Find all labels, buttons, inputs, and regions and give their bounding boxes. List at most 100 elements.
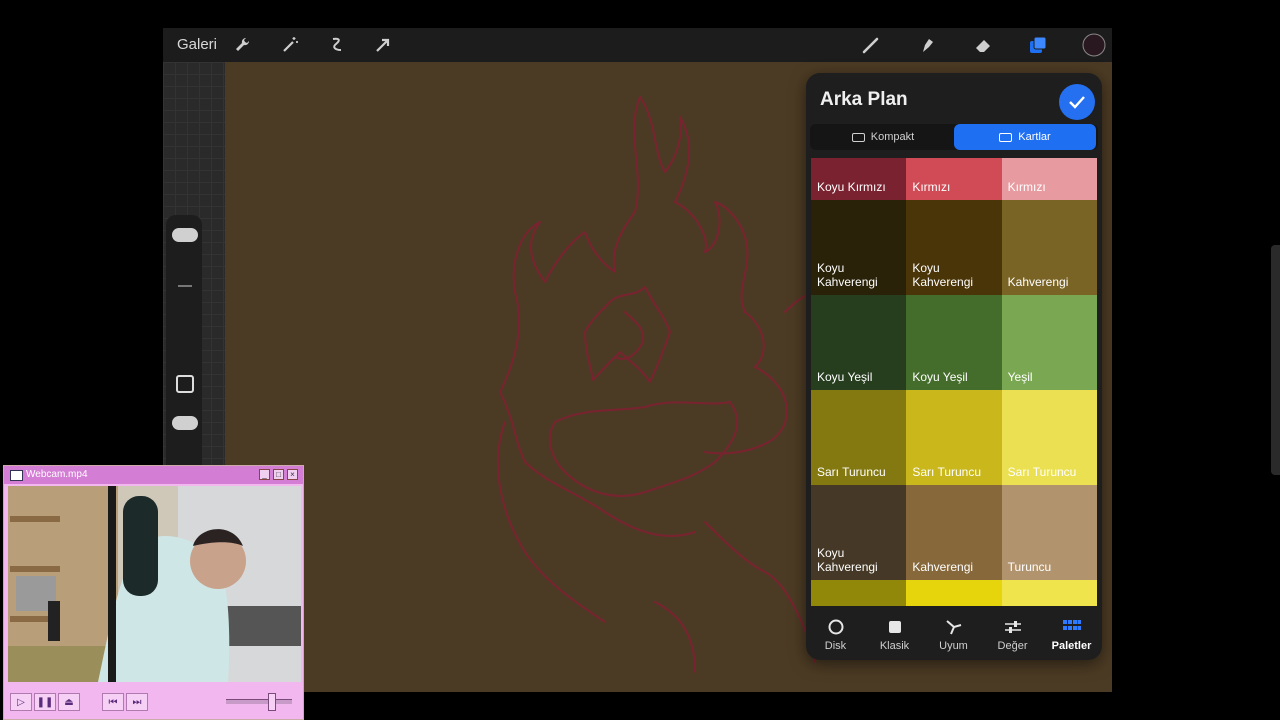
swatch-label: Kırmızı bbox=[912, 180, 951, 194]
swatch-label: Sarı Turuncu bbox=[817, 465, 886, 479]
swatch-label: Sarı Turuncu bbox=[1007, 465, 1077, 479]
side-toolbar bbox=[166, 215, 202, 475]
swatch-label: Koyu Kahverengi bbox=[817, 261, 878, 289]
side-handle[interactable] bbox=[1271, 245, 1280, 475]
palettes-grid-icon bbox=[1042, 619, 1101, 635]
color-swatch[interactable]: Sarı Turuncu bbox=[906, 390, 1002, 485]
swatch-row: Koyu Kahverengi Kahverengi Turuncu bbox=[811, 485, 1097, 580]
tab-palettes-label: Paletler bbox=[1051, 640, 1092, 652]
selection-icon[interactable] bbox=[327, 35, 347, 55]
play-icon[interactable]: ▷ bbox=[10, 693, 32, 711]
smudge-icon[interactable] bbox=[917, 35, 937, 55]
tab-harmony-label: Uyum bbox=[939, 640, 968, 652]
procreate-app: Galeri Arka Plan Kompakt Kartlar Koyu Kı… bbox=[163, 28, 1112, 692]
checkmark-icon bbox=[1069, 96, 1085, 109]
color-swatch[interactable] bbox=[906, 580, 1002, 606]
top-toolbar: Galeri bbox=[163, 28, 1112, 62]
color-swatch[interactable] bbox=[1001, 580, 1097, 606]
previous-icon[interactable]: ⏮ bbox=[102, 693, 124, 711]
swatch-label: Koyu Kahverengi bbox=[817, 546, 878, 574]
brush-size-slider[interactable] bbox=[172, 228, 198, 242]
swatch-label: Kahverengi bbox=[1007, 275, 1069, 289]
view-mode-toggle: Kompakt Kartlar bbox=[810, 124, 1098, 150]
color-swatch[interactable]: Koyu Yeşil bbox=[906, 295, 1002, 390]
tab-palettes[interactable]: Paletler bbox=[1042, 619, 1101, 652]
minimize-icon[interactable]: _ bbox=[259, 469, 270, 480]
swatch-label: Kahverengi bbox=[912, 560, 974, 574]
color-swatch[interactable]: Koyu Kahverengi bbox=[811, 485, 907, 580]
swatch-label: Koyu Kahverengi bbox=[912, 261, 974, 289]
swatch-label: Koyu Yeşil bbox=[817, 370, 873, 384]
color-swatch[interactable]: Kırmızı bbox=[906, 158, 1002, 200]
swatch-row: Koyu Yeşil Koyu Yeşil Yeşil bbox=[811, 295, 1097, 390]
color-swatch[interactable]: Kırmızı bbox=[1001, 158, 1097, 200]
color-swatch[interactable]: Koyu Kahverengi bbox=[906, 200, 1002, 295]
tab-classic-label: Klasik bbox=[879, 640, 910, 652]
next-icon[interactable]: ⏭ bbox=[126, 693, 148, 711]
tab-classic[interactable]: Klasik bbox=[865, 619, 924, 652]
tab-compact-label: Kompakt bbox=[870, 131, 915, 143]
swatch-label: Koyu Kırmızı bbox=[817, 180, 886, 194]
pause-icon[interactable]: ❚❚ bbox=[34, 693, 56, 711]
video-frame bbox=[8, 486, 301, 682]
modify-button[interactable] bbox=[176, 375, 194, 393]
color-mode-nav: Disk Klasik Uyum Değer Paletler bbox=[806, 611, 1102, 660]
disk-icon bbox=[806, 619, 865, 635]
current-color-button[interactable] bbox=[1059, 84, 1095, 120]
window-title: Webcam.mp4 bbox=[26, 469, 88, 480]
brush-icon[interactable] bbox=[861, 35, 881, 55]
tab-cards-label: Kartlar bbox=[1018, 131, 1051, 143]
color-icon[interactable] bbox=[1082, 33, 1106, 57]
opacity-slider[interactable] bbox=[172, 416, 198, 430]
color-swatch[interactable]: Kahverengi bbox=[906, 485, 1002, 580]
wrench-icon[interactable] bbox=[233, 35, 253, 55]
color-swatch[interactable]: Koyu Yeşil bbox=[811, 295, 907, 390]
monitor-icon bbox=[10, 470, 23, 481]
swatch-label: Sarı Turuncu bbox=[912, 465, 982, 479]
classic-square-icon bbox=[865, 619, 924, 635]
tab-value-label: Değer bbox=[997, 640, 1028, 652]
swatch-row bbox=[811, 580, 1097, 606]
color-swatch[interactable]: Yeşil bbox=[1001, 295, 1097, 390]
tab-disk[interactable]: Disk bbox=[806, 619, 865, 652]
compact-icon bbox=[851, 132, 865, 142]
transform-arrow-icon[interactable] bbox=[373, 35, 393, 55]
tab-value[interactable]: Değer bbox=[983, 619, 1042, 652]
swatch-row: Sarı Turuncu Sarı Turuncu Sarı Turuncu bbox=[811, 390, 1097, 485]
color-swatch[interactable]: Kahverengi bbox=[1001, 200, 1097, 295]
player-controls: ▷ ❚❚ ⏏ ⏮ ⏭ bbox=[4, 687, 303, 719]
slider-divider bbox=[178, 285, 192, 287]
color-swatch[interactable] bbox=[811, 580, 907, 606]
window-titlebar[interactable]: Webcam.mp4 _ □ × bbox=[4, 466, 303, 484]
tab-compact[interactable]: Kompakt bbox=[812, 124, 954, 150]
swatch-label: Yeşil bbox=[1007, 370, 1033, 384]
tab-cards[interactable]: Kartlar bbox=[954, 124, 1096, 150]
color-panel: Arka Plan Kompakt Kartlar Koyu Kırmızı Kı… bbox=[806, 73, 1102, 660]
eject-icon[interactable]: ⏏ bbox=[58, 693, 80, 711]
gallery-button[interactable]: Galeri bbox=[177, 36, 217, 53]
webcam-player-window: Webcam.mp4 _ □ × ▷ ❚❚ ⏏ ⏮ ⏭ bbox=[3, 465, 304, 720]
swatch-label: Turuncu bbox=[1007, 560, 1052, 574]
volume-knob[interactable] bbox=[268, 693, 276, 711]
layers-icon[interactable] bbox=[1028, 35, 1048, 55]
eraser-icon[interactable] bbox=[973, 35, 993, 55]
tab-disk-label: Disk bbox=[824, 640, 847, 652]
cards-icon bbox=[999, 132, 1013, 142]
panel-title: Arka Plan bbox=[820, 89, 908, 110]
color-swatch[interactable]: Sarı Turuncu bbox=[811, 390, 907, 485]
color-swatch[interactable]: Koyu Kırmızı bbox=[811, 158, 907, 200]
swatch-label: Koyu Yeşil bbox=[912, 370, 968, 384]
swatch-grid: Koyu Kırmızı Kırmızı Kırmızı Koyu Kahvereng… bbox=[811, 158, 1097, 606]
color-swatch[interactable]: Turuncu bbox=[1001, 485, 1097, 580]
value-sliders-icon bbox=[983, 619, 1042, 635]
tab-harmony[interactable]: Uyum bbox=[924, 619, 983, 652]
maximize-icon[interactable]: □ bbox=[273, 469, 284, 480]
magic-wand-icon[interactable] bbox=[280, 35, 300, 55]
swatch-row: Koyu Kırmızı Kırmızı Kırmızı bbox=[811, 158, 1097, 200]
harmony-icon bbox=[924, 619, 983, 635]
close-icon[interactable]: × bbox=[287, 469, 298, 480]
swatch-row: Koyu Kahverengi Koyu Kahverengi Kahverengi bbox=[811, 200, 1097, 295]
color-swatch[interactable]: Sarı Turuncu bbox=[1001, 390, 1097, 485]
color-swatch[interactable]: Koyu Kahverengi bbox=[811, 200, 907, 295]
volume-slider[interactable] bbox=[226, 693, 292, 711]
